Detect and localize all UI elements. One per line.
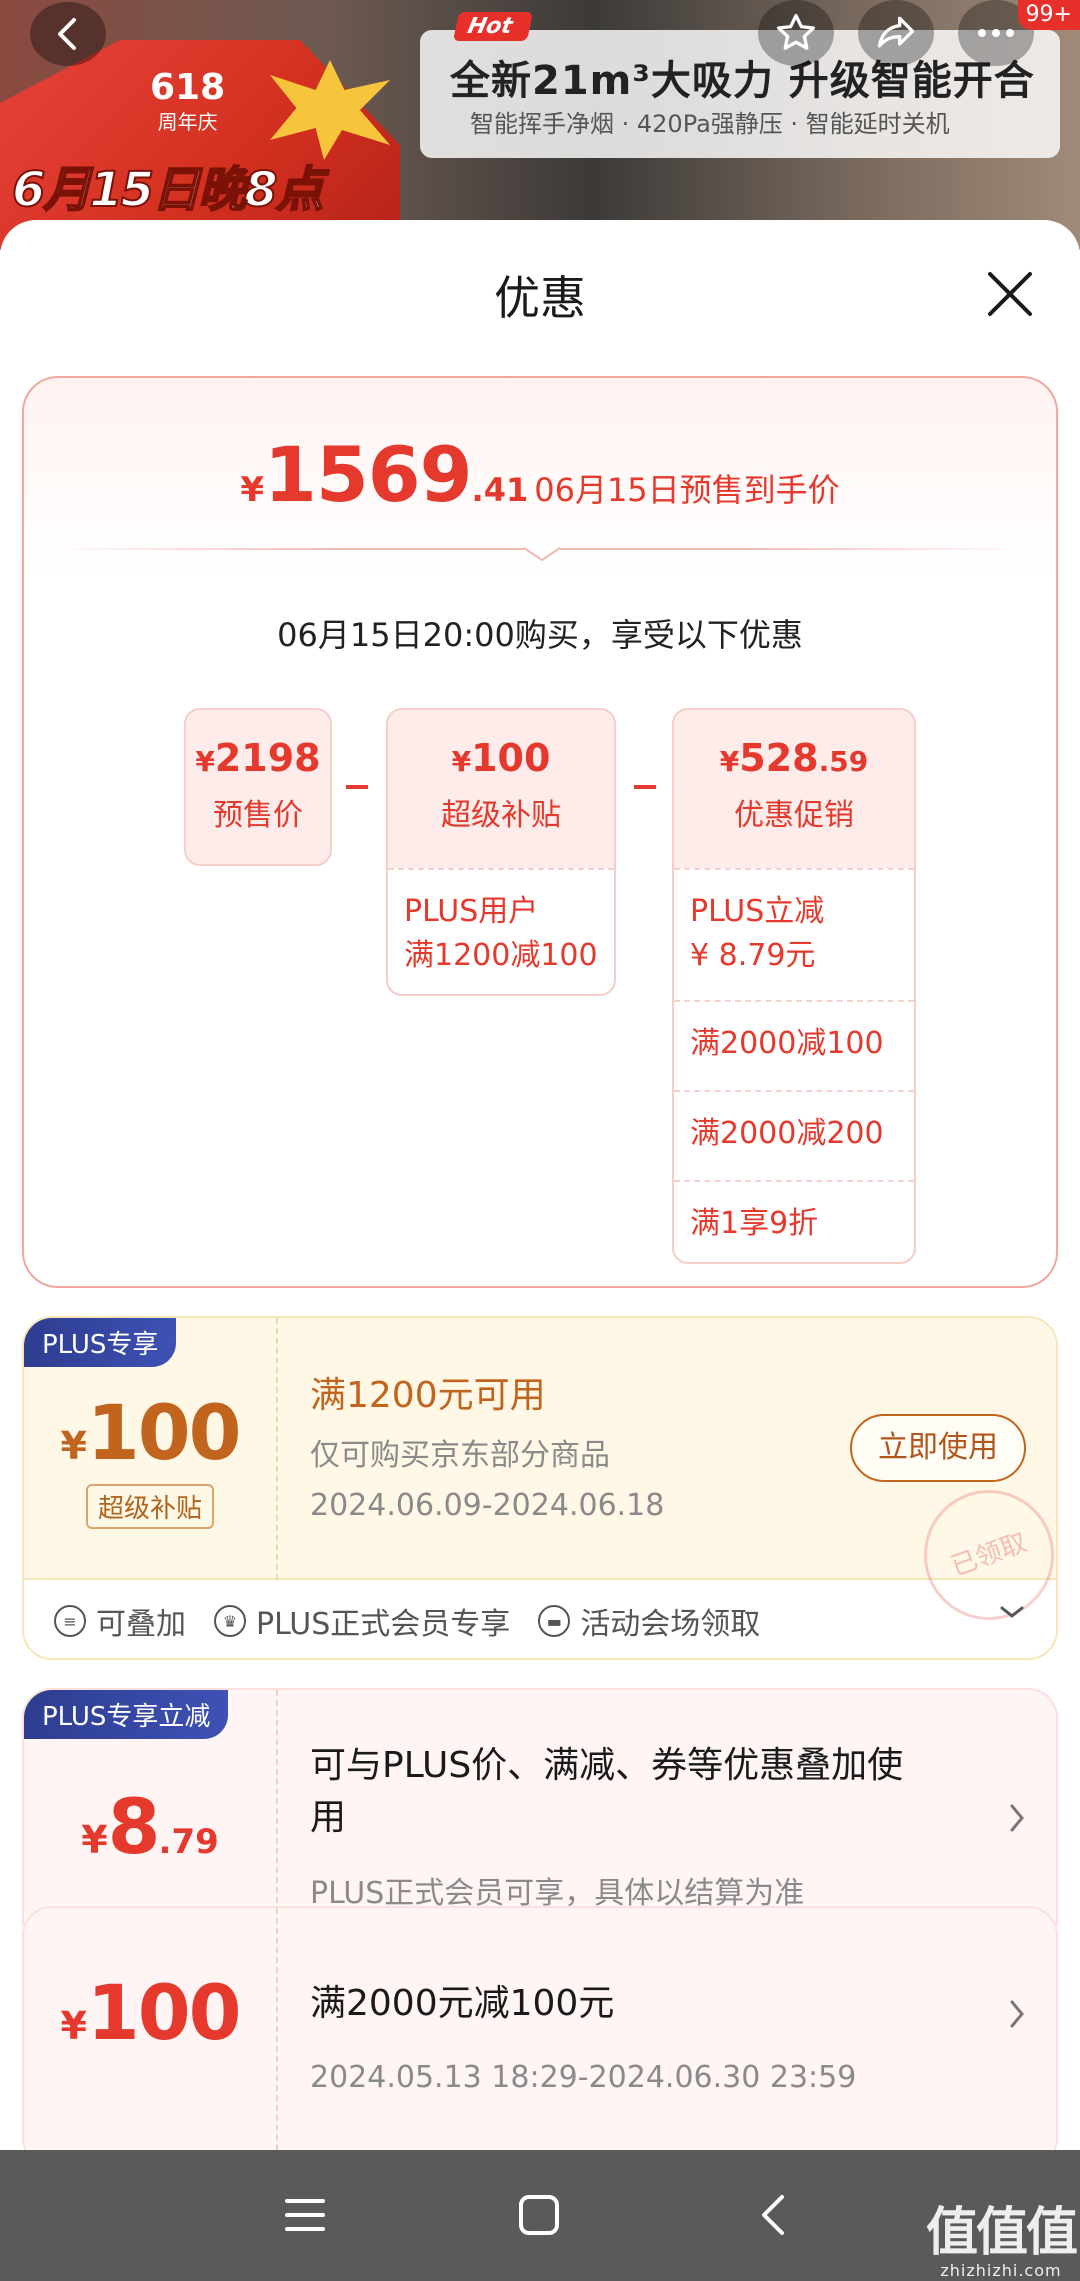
home-button[interactable]	[504, 2180, 574, 2250]
stackable-item: ≡ 可叠加	[54, 1599, 186, 1643]
full-reduction-date: 2024.05.13 18:29-2024.06.30 23:59	[310, 2060, 857, 2095]
plus-exclusive-tag: PLUS专享	[24, 1318, 177, 1367]
crown-icon: ♛	[214, 1605, 246, 1637]
promotion-rule: 满1享9折	[674, 1180, 914, 1262]
plus-coupon-desc: 仅可购买京东部分商品	[310, 1438, 610, 1473]
chevron-down-icon[interactable]	[998, 1602, 1026, 1622]
subsidy-label: 超级补贴	[441, 798, 561, 833]
share-button[interactable]	[858, 0, 934, 66]
sheet-title: 优惠	[494, 271, 586, 325]
back-button[interactable]	[30, 2, 106, 66]
subsidy-amount: 100	[471, 736, 551, 780]
share-icon	[877, 16, 915, 48]
event-claim-item: ▬ 活动会场领取	[538, 1599, 760, 1643]
ticket-icon: ▬	[538, 1605, 571, 1637]
hot-badge: Hot	[452, 12, 534, 41]
plus-coupon-card[interactable]: ¥100 超级补贴 满1200元可用 仅可购买京东部分商品 2024.06.09…	[22, 1316, 1058, 1660]
price-summary-card: ¥1569.41 06月15日预售到手价 06月15日20:00购买，享受以下优惠…	[22, 376, 1058, 1288]
plus-coupon-title: 满1200元可用	[310, 1375, 546, 1416]
presale-label: 预售价	[213, 798, 303, 833]
stack-icon: ≡	[54, 1605, 86, 1637]
notification-badge: 99+	[1017, 0, 1080, 30]
promotion-box: ¥528.59 优惠促销 PLUS立减 ¥ 8.79元 满2000减100 满2…	[672, 708, 916, 1264]
subsidy-rule: PLUS用户 满1200减100	[388, 868, 614, 994]
discount-sheet: 优惠 ¥1569.41 06月15日预售到手价 06月15日20:00购买，享受以…	[0, 220, 1080, 2168]
site-watermark: 值值值 zhizhizhi.com	[926, 2203, 1078, 2280]
feature-subtitle: 智能挥手净烟 · 420Pa强静压 · 智能延时关机	[470, 110, 950, 138]
back-icon	[58, 18, 76, 50]
subsidy-box: ¥100 超级补贴 PLUS用户 满1200减100	[386, 708, 616, 996]
presale-price-box: ¥2198 预售价	[184, 708, 332, 866]
plus-discount-amount: ¥8.79	[81, 1782, 219, 1871]
coupon-divider	[276, 1318, 278, 1580]
minus-sign	[346, 785, 368, 789]
promotion-amount: 528	[739, 736, 819, 780]
plus-coupon-main: ¥100 超级补贴 满1200元可用 仅可购买京东部分商品 2024.06.09…	[24, 1318, 1056, 1639]
chevron-right-icon[interactable]	[1008, 1998, 1026, 2030]
plus-member-item: ♛ PLUS正式会员专享	[214, 1599, 510, 1643]
product-header-background: 618 周年庆 6月15日晚8点 Hot 全新21m³大吸力 升级智能开合 智能…	[0, 0, 1080, 250]
full-reduction-amount: ¥100	[60, 1968, 241, 2057]
full-reduction-title: 满2000元减100元	[310, 1983, 615, 2024]
final-price-decimal: .41	[471, 471, 529, 509]
full-reduction-card[interactable]: ¥100 满2000元减100元 2024.05.13 18:29-2024.0…	[22, 1906, 1058, 2168]
system-navigation-bar	[0, 2150, 1080, 2281]
plus-coupon-subtag: 超级补贴	[86, 1484, 215, 1529]
promotion-label: 优惠促销	[734, 798, 854, 833]
final-price-desc: 06月15日预售到手价	[534, 471, 840, 509]
close-button[interactable]	[980, 264, 1040, 324]
more-icon	[978, 29, 1014, 37]
recent-apps-button[interactable]	[270, 2180, 340, 2250]
plus-discount-tag: PLUS专享立减	[24, 1690, 229, 1739]
plus-discount-title: 可与PLUS价、满减、券等优惠叠加使用	[310, 1745, 904, 1838]
favorite-button[interactable]	[758, 0, 834, 66]
plus-coupon-date: 2024.06.09-2024.06.18	[310, 1488, 665, 1523]
plus-coupon-amount: ¥100	[60, 1388, 241, 1477]
coupon-divider	[276, 1908, 278, 2166]
home-icon	[519, 2195, 559, 2235]
promo-618-label: 618 周年庆	[150, 67, 226, 134]
divider-notch	[524, 538, 560, 562]
promotion-rule: PLUS立减 ¥ 8.79元	[674, 868, 914, 1000]
presale-amount: 2198	[214, 736, 321, 780]
menu-icon	[285, 2199, 325, 2231]
use-now-button[interactable]: 立即使用	[850, 1414, 1026, 1482]
chevron-right-icon[interactable]	[1008, 1802, 1026, 1834]
promo-date: 6月15日晚8点	[11, 161, 325, 219]
close-icon	[988, 272, 1032, 316]
minus-sign	[634, 785, 656, 789]
back-icon	[762, 2195, 784, 2235]
star-icon	[776, 13, 816, 50]
promotion-rule: 满2000减200	[674, 1090, 914, 1180]
feature-title: 全新21m³大吸力 升级智能开合	[450, 58, 1035, 104]
plus-coupon-footer: ≡ 可叠加 ♛ PLUS正式会员专享 ▬ 活动会场领取	[54, 1598, 1026, 1644]
final-price: ¥1569.41 06月15日预售到手价	[240, 430, 840, 519]
purchase-note: 06月15日20:00购买，享受以下优惠	[277, 616, 803, 654]
nav-back-button[interactable]	[738, 2180, 808, 2250]
final-price-integer: 1569	[264, 430, 473, 519]
promotion-rule: 满2000减100	[674, 1000, 914, 1090]
